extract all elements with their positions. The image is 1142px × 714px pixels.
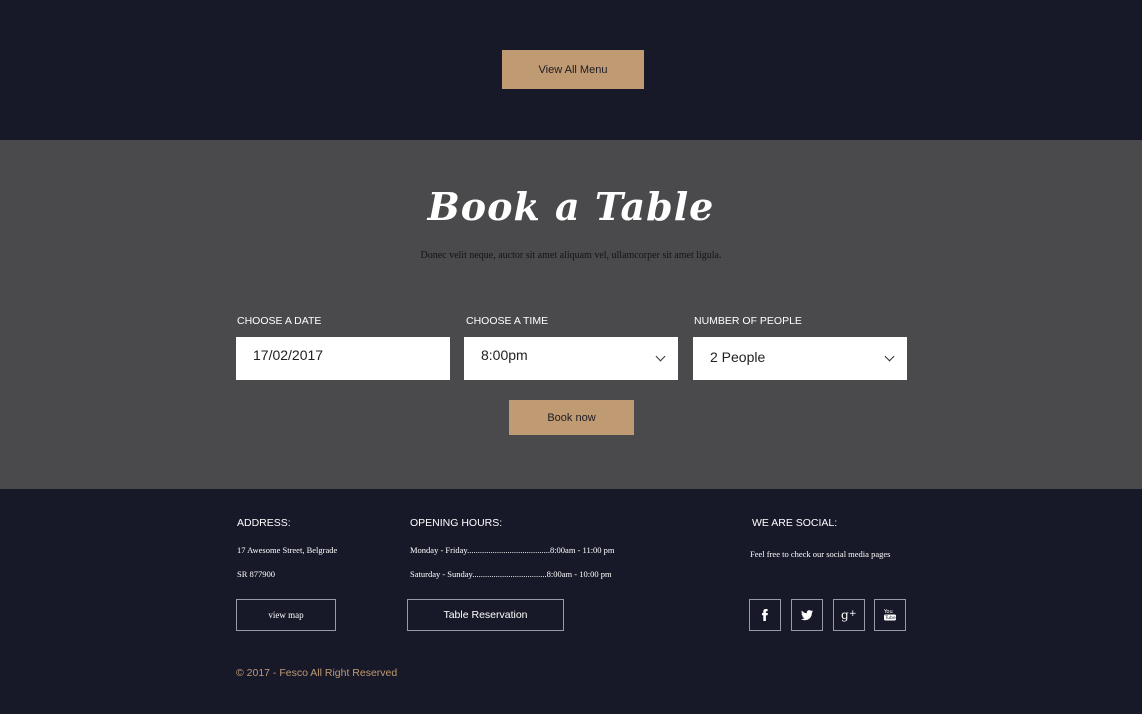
- book-table-subtitle: Donec velit neque, auctor sit amet aliqu…: [420, 250, 722, 261]
- social-text: Feel free to check our social media page…: [750, 549, 891, 559]
- time-label: CHOOSE A TIME: [466, 315, 549, 327]
- date-field[interactable]: 17/02/2017: [236, 337, 450, 380]
- youtube-icon: YouTube: [883, 609, 896, 621]
- svg-text:g: g: [841, 608, 849, 622]
- book-table-section: Book a Table Donec velit neque, auctor s…: [0, 140, 1142, 489]
- facebook-link[interactable]: [749, 599, 781, 631]
- hours-dots: .......................................: [467, 545, 550, 555]
- google-plus-icon: g +: [841, 608, 857, 622]
- hours-time: 8:00am - 11:00 pm: [549, 545, 615, 555]
- svg-text:Tube: Tube: [884, 615, 896, 621]
- people-select[interactable]: 2 People: [693, 337, 907, 380]
- svg-text:You: You: [883, 609, 893, 615]
- hours-row: Monday - Friday.........................…: [410, 545, 615, 555]
- hours-time: 8:00am - 10:00 pm: [546, 569, 612, 579]
- address-line-2: SR 877900: [237, 569, 276, 579]
- hours-dots: ...................................: [472, 569, 547, 579]
- time-value: 8:00pm: [481, 346, 528, 363]
- twitter-icon: [801, 610, 813, 621]
- hours-days: Saturday - Sunday: [410, 569, 473, 579]
- social-heading: WE ARE SOCIAL:: [752, 517, 838, 529]
- twitter-link[interactable]: [791, 599, 823, 631]
- svg-text:+: +: [849, 609, 857, 619]
- hours-heading: OPENING HOURS:: [410, 517, 503, 529]
- address-heading: ADDRESS:: [237, 517, 291, 529]
- chevron-down-icon: [655, 351, 666, 362]
- google-plus-link[interactable]: g +: [833, 599, 865, 631]
- date-value: 17/02/2017: [253, 346, 324, 363]
- people-label: NUMBER OF PEOPLE: [694, 315, 802, 327]
- facebook-icon: [762, 609, 768, 621]
- view-all-menu-button[interactable]: View All Menu: [502, 50, 644, 89]
- date-label: CHOOSE A DATE: [237, 315, 322, 327]
- book-now-button[interactable]: Book now: [509, 400, 634, 435]
- hours-row: Saturday - Sunday.......................…: [410, 569, 612, 579]
- book-table-title: Book a Table: [427, 184, 715, 229]
- people-value: 2 People: [710, 348, 766, 365]
- address-line-1: 17 Awesome Street, Belgrade: [237, 545, 338, 555]
- youtube-link[interactable]: You Tube: [874, 599, 906, 631]
- chevron-down-icon: [884, 351, 895, 362]
- hours-days: Monday - Friday: [410, 545, 468, 555]
- copyright: © 2017 - Fesco All Right Reserved: [236, 667, 398, 679]
- view-map-button[interactable]: view map: [236, 599, 336, 631]
- footer: ADDRESS: 17 Awesome Street, Belgrade SR …: [0, 489, 1142, 714]
- table-reservation-button[interactable]: Table Reservation: [407, 599, 564, 631]
- menu-section: View All Menu: [0, 0, 1142, 140]
- time-select[interactable]: 8:00pm: [464, 337, 678, 380]
